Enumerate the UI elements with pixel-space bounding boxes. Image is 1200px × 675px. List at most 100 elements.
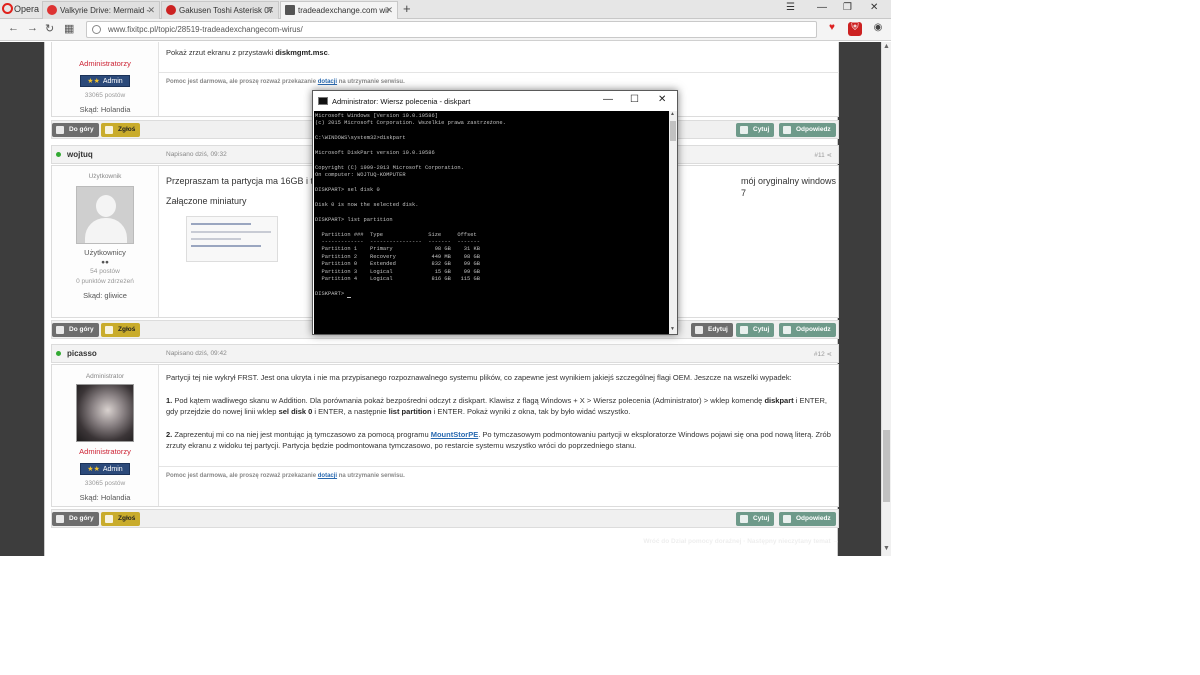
quote-button[interactable]: Cytuj bbox=[736, 323, 775, 337]
warning-icon bbox=[105, 326, 113, 334]
avatar[interactable] bbox=[76, 186, 134, 244]
cmd-line bbox=[315, 283, 669, 290]
cmd-line: DISKPART> bbox=[315, 291, 669, 299]
back-to-forum-link[interactable]: Wróć do Dział pomocy doraźnej bbox=[643, 538, 741, 545]
cmd-scrollbar[interactable]: ▲ ▼ bbox=[669, 111, 677, 334]
go-top-button[interactable]: Do góry bbox=[52, 323, 99, 337]
post-number[interactable]: #12 ⋖ bbox=[814, 350, 832, 358]
next-unread-link[interactable]: Następny nieczytany temat → bbox=[747, 538, 839, 545]
opera-logo-icon bbox=[2, 3, 13, 14]
author-location: Skąd: Holandia bbox=[79, 105, 131, 114]
url-input[interactable]: www.fixitpc.pl/topic/28519-tradeadexchan… bbox=[86, 21, 817, 38]
tab-gakusen[interactable]: Gakusen Toshi Asterisk 07 ✕ bbox=[161, 1, 279, 19]
cmd-line: ------------- ---------------- ------- -… bbox=[315, 238, 480, 245]
tab-favicon-icon bbox=[166, 5, 176, 15]
author-post-count: 54 postów bbox=[90, 268, 120, 275]
reply-button[interactable]: Odpowiedz bbox=[779, 512, 836, 526]
command-prompt-window[interactable]: Administrator: Wiersz polecenia - diskpa… bbox=[312, 90, 678, 335]
scrollbar-thumb[interactable] bbox=[883, 430, 890, 502]
adblock-shield-icon[interactable]: ⛨ bbox=[848, 22, 862, 36]
online-status-icon bbox=[56, 351, 61, 356]
page-up-icon bbox=[56, 515, 64, 523]
tab-title: Gakusen Toshi Asterisk 07 bbox=[179, 6, 274, 15]
warning-icon bbox=[105, 126, 113, 134]
scroll-down-icon[interactable]: ▼ bbox=[883, 545, 890, 552]
restore-window-icon[interactable]: ❐ bbox=[843, 2, 852, 13]
cmd-terminal-output[interactable]: Microsoft Windows [Version 10.0.10586] (c… bbox=[314, 111, 669, 334]
minimize-window-icon[interactable]: — bbox=[817, 2, 827, 13]
post-body: Partycji tej nie wykrył FRST. Jest ona u… bbox=[166, 372, 834, 452]
edit-button[interactable]: Edytuj bbox=[691, 323, 733, 337]
cmd-scroll-up-icon[interactable]: ▲ bbox=[670, 111, 675, 117]
donation-link[interactable]: dotacji bbox=[318, 79, 337, 85]
tab-menu-icon[interactable]: ☰ bbox=[786, 2, 795, 13]
go-top-button[interactable]: Do góry bbox=[52, 123, 99, 137]
new-tab-button[interactable]: + bbox=[403, 1, 411, 16]
avatar[interactable] bbox=[76, 384, 134, 442]
report-button[interactable]: Zgłoś bbox=[101, 323, 141, 337]
warning-icon bbox=[105, 515, 113, 523]
paragraph-intro: Partycji tej nie wykrył FRST. Jest ona u… bbox=[166, 373, 792, 382]
cmd-close-icon[interactable]: ✕ bbox=[658, 94, 666, 105]
cmd-line: Partition 0 Extended 832 GB 99 GB bbox=[315, 261, 480, 268]
close-tab-icon[interactable]: ✕ bbox=[147, 5, 155, 16]
author-name[interactable]: wojtuq bbox=[67, 150, 93, 159]
cmd-title-bar[interactable]: Administrator: Wiersz polecenia - diskpa… bbox=[313, 91, 677, 111]
cmd-line: Partition ### Type Size Offset bbox=[315, 231, 477, 238]
author-group: Użytkownicy bbox=[84, 248, 126, 257]
forward-icon[interactable]: → bbox=[27, 22, 38, 34]
quote-button[interactable]: Cytuj bbox=[736, 512, 775, 526]
tab-tradeadexchange[interactable]: tradeadexchange.com wir ✕ bbox=[280, 1, 398, 19]
tab-valkyrie[interactable]: Valkyrie Drive: Mermaid - ✕ bbox=[42, 1, 160, 19]
cmd-maximize-icon[interactable]: ☐ bbox=[630, 94, 639, 105]
author-panel: Użytkownik Użytkownicy ●● 54 postów 0 pu… bbox=[52, 166, 159, 317]
cmd-line bbox=[315, 194, 669, 201]
online-status-icon bbox=[56, 152, 61, 157]
cmd-line: Partition 3 Logical 15 GB 99 GB bbox=[315, 268, 480, 275]
cmd-line bbox=[315, 143, 669, 150]
donation-link[interactable]: dotacji bbox=[318, 473, 337, 479]
opera-menu-button[interactable]: Opera bbox=[0, 0, 40, 19]
scroll-up-icon[interactable]: ▲ bbox=[883, 43, 890, 50]
author-reputation: 0 punktów zdrzeżeń bbox=[76, 278, 134, 285]
close-tab-icon[interactable]: ✕ bbox=[385, 5, 393, 16]
tab-favicon-icon bbox=[47, 5, 57, 15]
reload-icon[interactable]: ↻ bbox=[45, 22, 54, 35]
quote-icon bbox=[740, 515, 748, 523]
account-icon[interactable]: ◉ bbox=[871, 22, 885, 36]
cmd-scrollbar-thumb[interactable] bbox=[670, 121, 676, 141]
globe-icon bbox=[92, 25, 101, 34]
cmd-scroll-down-icon[interactable]: ▼ bbox=[670, 326, 675, 332]
paragraph-step-2: 2. Zaprezentuj mi co na niej jest montuj… bbox=[166, 429, 831, 451]
quote-icon bbox=[740, 326, 748, 334]
report-button[interactable]: Zgłoś bbox=[101, 512, 141, 526]
screen: Opera Valkyrie Drive: Mermaid - ✕ Gakuse… bbox=[0, 0, 891, 556]
page-scrollbar[interactable]: ▲ ▼ bbox=[881, 42, 891, 556]
author-name[interactable]: picasso bbox=[67, 349, 97, 358]
cmd-line: DISKPART> list partition bbox=[315, 216, 393, 223]
cmd-line: Partition 4 Logical 816 GB 115 GB bbox=[315, 275, 480, 282]
report-button[interactable]: Zgłoś bbox=[101, 123, 141, 137]
reply-icon bbox=[783, 326, 791, 334]
reply-button[interactable]: Odpowiedz bbox=[779, 323, 836, 337]
mountstorpe-link[interactable]: MountStorPE bbox=[431, 430, 479, 439]
close-window-icon[interactable]: ✕ bbox=[870, 2, 878, 13]
cmd-line: Microsoft DiskPart version 10.0.10586 bbox=[315, 150, 435, 157]
back-icon[interactable]: ← bbox=[8, 22, 19, 34]
quote-button[interactable]: Cytuj bbox=[736, 123, 775, 137]
post-actions: Do góry Zgłoś Cytuj Odpowiedz bbox=[51, 509, 839, 528]
author-panel: Administrator Administratorzy ★★ Admin 33… bbox=[52, 365, 159, 506]
cmd-minimize-icon[interactable]: — bbox=[603, 94, 613, 105]
cmd-icon bbox=[318, 97, 328, 105]
reply-button[interactable]: Odpowiedz bbox=[779, 123, 836, 137]
author-group: Administratorzy bbox=[79, 59, 131, 68]
heart-icon[interactable]: ♥ bbox=[825, 22, 839, 36]
attachment-thumbnail[interactable] bbox=[186, 216, 278, 262]
post-number[interactable]: #11 ⋖ bbox=[814, 151, 832, 159]
close-tab-icon[interactable]: ✕ bbox=[266, 5, 274, 16]
cmd-line: On computer: WOJTUQ-KOMPUTER bbox=[315, 172, 406, 179]
speed-dial-icon[interactable]: ▦ bbox=[64, 22, 74, 35]
cmd-line: Copyright (C) 1999-2013 Microsoft Corpor… bbox=[315, 164, 464, 171]
share-icon: ⋖ bbox=[826, 351, 832, 358]
go-top-button[interactable]: Do góry bbox=[52, 512, 99, 526]
